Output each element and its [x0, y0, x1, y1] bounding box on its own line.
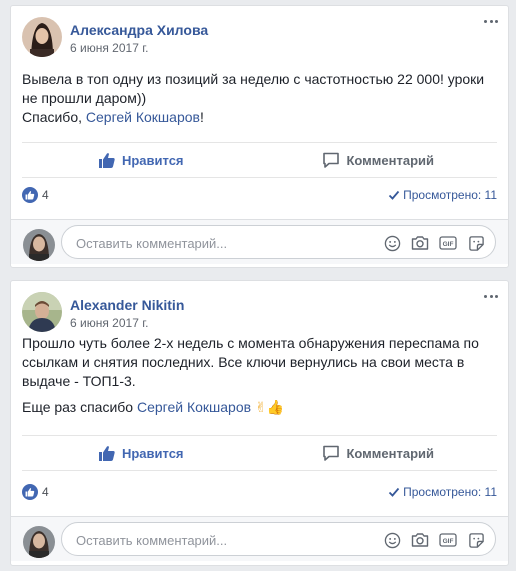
seen-by[interactable]: Просмотрено: 11 — [388, 485, 497, 499]
more-options-icon[interactable] — [484, 293, 498, 299]
post-stats: 4 Просмотрено: 11 — [22, 187, 497, 207]
seen-label: Просмотрено: 11 — [403, 188, 497, 202]
emoji: ✌👍 — [254, 399, 285, 415]
mention-link[interactable]: Сергей Кокшаров — [86, 109, 200, 125]
likes-count-value: 4 — [42, 188, 49, 202]
svg-text:GIF: GIF — [443, 241, 454, 248]
speech-bubble-icon — [323, 445, 340, 461]
avatar[interactable] — [22, 292, 62, 332]
smiley-icon[interactable] — [383, 234, 401, 252]
comment-label: Комментарий — [346, 445, 435, 461]
post-paragraph: Прошло чуть более 2-х недель с момента о… — [22, 335, 479, 389]
comment-tools: GIF — [373, 234, 485, 252]
like-label: Нравится — [121, 152, 184, 168]
seen-by[interactable]: Просмотрено: 11 — [388, 188, 497, 202]
text-fragment: Еще раз спасибо — [22, 399, 137, 415]
feed: Александра Хилова 6 июня 2017 г. Вывела … — [0, 0, 516, 571]
thumbs-up-icon — [22, 187, 38, 203]
gif-icon[interactable]: GIF — [439, 531, 457, 549]
post-text: Прошло чуть более 2-х недель с момента о… — [22, 334, 494, 417]
post-text: Вывела в топ одну из позиций за неделю с… — [22, 70, 494, 127]
post-paragraph: Вывела в топ одну из позиций за неделю с… — [22, 71, 485, 106]
likes-count-value: 4 — [42, 485, 49, 499]
text-fragment: Спасибо, — [22, 109, 86, 125]
thumbs-up-icon — [98, 153, 115, 168]
comment-button[interactable]: Комментарий — [260, 143, 498, 177]
comment-input[interactable] — [74, 530, 378, 550]
like-button[interactable]: Нравится — [22, 143, 260, 177]
thumbs-up-icon — [22, 484, 38, 500]
comment-box: GIF — [61, 522, 496, 556]
svg-text:GIF: GIF — [443, 538, 454, 545]
author-name[interactable]: Alexander Nikitin — [70, 297, 184, 313]
comment-label: Комментарий — [346, 152, 435, 168]
post-stats: 4 Просмотрено: 11 — [22, 484, 497, 504]
speech-bubble-icon — [323, 152, 340, 168]
more-options-icon[interactable] — [484, 18, 498, 24]
comment-tools: GIF — [373, 531, 485, 549]
sticker-icon[interactable] — [467, 234, 485, 252]
post-paragraph: Еще раз спасибо Сергей Кокшаров ✌👍 — [22, 398, 494, 417]
post-paragraph: Спасибо, Сергей Кокшаров! — [22, 108, 494, 127]
camera-icon[interactable] — [411, 531, 429, 549]
like-button[interactable]: Нравится — [22, 436, 260, 470]
avatar[interactable] — [22, 17, 62, 57]
avatar[interactable] — [23, 526, 55, 558]
comment-composer: GIF — [11, 516, 508, 561]
gif-icon[interactable]: GIF — [439, 234, 457, 252]
post-date[interactable]: 6 июня 2017 г. — [70, 41, 148, 55]
likes-count[interactable]: 4 — [22, 187, 49, 203]
post: Alexander Nikitin 6 июня 2017 г. Прошло … — [10, 280, 509, 566]
smiley-icon[interactable] — [383, 531, 401, 549]
comment-button[interactable]: Комментарий — [260, 436, 498, 470]
text-fragment: ! — [199, 109, 204, 125]
action-bar: Нравится Комментарий — [22, 435, 497, 471]
camera-icon[interactable] — [411, 234, 429, 252]
author-name[interactable]: Александра Хилова — [70, 22, 208, 38]
action-bar: Нравится Комментарий — [22, 142, 497, 178]
post-date[interactable]: 6 июня 2017 г. — [70, 316, 148, 330]
comment-box: GIF — [61, 225, 496, 259]
checkmark-icon — [388, 190, 400, 200]
checkmark-icon — [388, 487, 400, 497]
likes-count[interactable]: 4 — [22, 484, 49, 500]
seen-label: Просмотрено: 11 — [403, 485, 497, 499]
sticker-icon[interactable] — [467, 531, 485, 549]
like-label: Нравится — [121, 445, 184, 461]
post: Александра Хилова 6 июня 2017 г. Вывела … — [10, 5, 509, 268]
thumbs-up-icon — [98, 446, 115, 461]
mention-link[interactable]: Сергей Кокшаров — [137, 399, 251, 415]
comment-input[interactable] — [74, 233, 378, 253]
comment-composer: GIF — [11, 219, 508, 264]
avatar[interactable] — [23, 229, 55, 261]
